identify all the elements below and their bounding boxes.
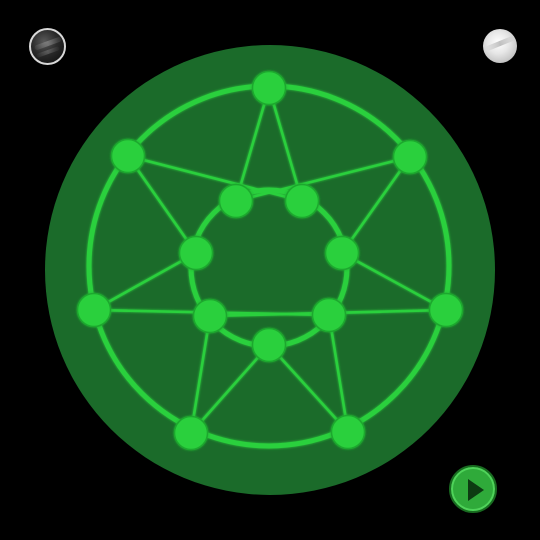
play-icon [468,479,484,501]
graph-node[interactable] [324,235,360,271]
graph-node[interactable] [284,183,320,219]
graph-node[interactable] [392,139,428,175]
graph-node[interactable] [251,327,287,363]
game-board [45,45,495,495]
play-button[interactable] [449,465,497,513]
graph-node[interactable] [110,138,146,174]
graph-node[interactable] [311,297,347,333]
graph-node[interactable] [428,292,464,328]
board-disc [45,45,495,495]
graph-node[interactable] [251,70,287,106]
graph-node[interactable] [178,235,214,271]
graph-node[interactable] [218,183,254,219]
light-sphere-icon [485,35,515,52]
light-theme-button[interactable] [483,29,517,63]
graph-node[interactable] [192,298,228,334]
graph-node[interactable] [173,415,209,451]
graph-node[interactable] [330,414,366,450]
graph-node[interactable] [76,292,112,328]
dark-theme-button[interactable] [29,28,66,65]
